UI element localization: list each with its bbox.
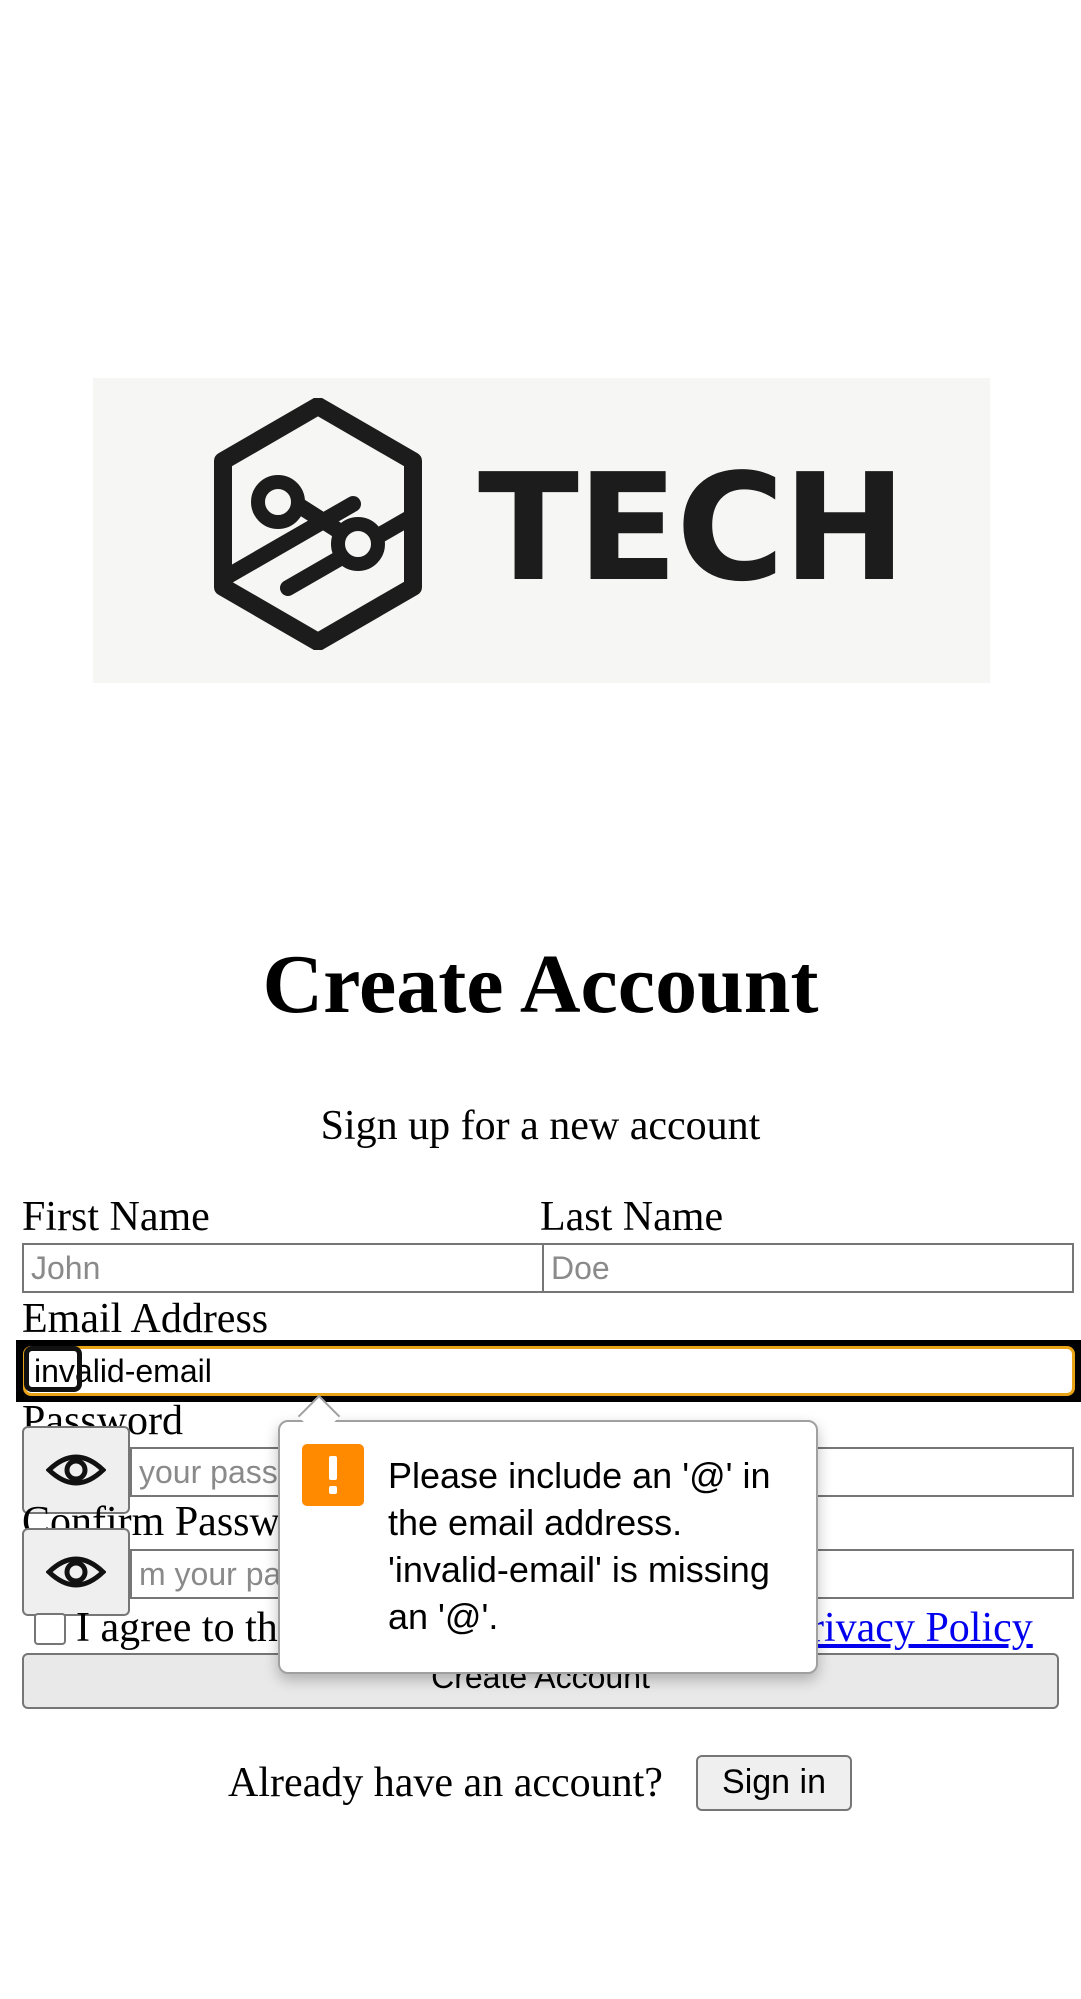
- terms-label: I agree to th: [76, 1605, 278, 1651]
- last-name-label: Last Name: [540, 1194, 724, 1240]
- email-input[interactable]: [23, 1346, 1075, 1396]
- hexagon-share-icon: [214, 398, 422, 650]
- page-subtitle: Sign up for a new account: [320, 1103, 761, 1149]
- already-have-account-text: Already have an account?: [228, 1760, 663, 1806]
- sign-in-button[interactable]: Sign in: [696, 1755, 852, 1811]
- terms-checkbox[interactable]: [34, 1613, 66, 1645]
- first-name-input[interactable]: [22, 1243, 544, 1293]
- last-name-input[interactable]: [542, 1243, 1074, 1293]
- eye-icon: [46, 1556, 106, 1588]
- first-name-label: First Name: [22, 1194, 210, 1240]
- page-title: Create Account: [262, 938, 819, 1031]
- email-label: Email Address: [22, 1296, 269, 1342]
- logo-text: TECH: [478, 442, 907, 614]
- validation-message: Please include an '@' in the email addre…: [388, 1455, 771, 1637]
- eye-icon: [46, 1454, 106, 1486]
- logo: TECH: [93, 378, 990, 683]
- warning-icon: [302, 1444, 364, 1506]
- mail-icon: [24, 1346, 82, 1392]
- validation-tooltip: Please include an '@' in the email addre…: [278, 1420, 818, 1674]
- email-field-wrapper: [16, 1340, 1081, 1402]
- privacy-policy-link[interactable]: rivacy Policy: [810, 1600, 1033, 1656]
